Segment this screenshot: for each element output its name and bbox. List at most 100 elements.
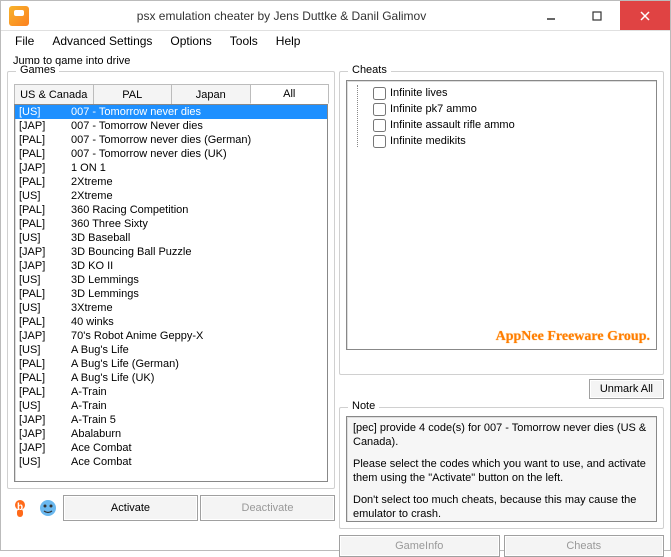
game-title: Ace Combat: [71, 441, 132, 455]
jump-to-game-label: Jump to game into drive: [1, 51, 670, 69]
cheat-checkbox[interactable]: [373, 87, 386, 100]
menu-file[interactable]: File: [7, 32, 42, 50]
cheat-item[interactable]: Infinite medikits: [351, 133, 652, 149]
game-title: A Bug's Life (German): [71, 357, 179, 371]
game-row[interactable]: [PAL]40 winks: [15, 315, 327, 329]
game-row[interactable]: [PAL]A Bug's Life (German): [15, 357, 327, 371]
maximize-button[interactable]: [574, 1, 620, 30]
game-title: 3D Bouncing Ball Puzzle: [71, 245, 191, 259]
cheat-checkbox[interactable]: [373, 135, 386, 148]
cheats-tree: Infinite lives Infinite pk7 ammo Infinite …: [346, 80, 657, 350]
game-region: [JAP]: [19, 245, 71, 259]
game-region: [PAL]: [19, 203, 71, 217]
cheat-label: Infinite medikits: [390, 135, 466, 147]
game-row[interactable]: [PAL]2Xtreme: [15, 175, 327, 189]
minimize-button[interactable]: [528, 1, 574, 30]
game-row[interactable]: [US]A-Train: [15, 399, 327, 413]
menu-tools[interactable]: Tools: [222, 32, 266, 50]
cheats-group: Cheats Infinite livesInfinite pk7 ammoIn…: [339, 71, 664, 375]
game-row[interactable]: [PAL]A-Train: [15, 385, 327, 399]
game-region: [US]: [19, 301, 71, 315]
game-title: 3D Baseball: [71, 231, 130, 245]
game-title: 40 winks: [71, 315, 114, 329]
game-title: 2Xtreme: [71, 175, 113, 189]
game-row[interactable]: [JAP]A-Train 5: [15, 413, 327, 427]
activate-button[interactable]: Activate: [63, 495, 198, 521]
game-row[interactable]: [JAP]3D KO II: [15, 259, 327, 273]
game-row[interactable]: [PAL]007 - Tomorrow never dies (German): [15, 133, 327, 147]
game-region: [PAL]: [19, 385, 71, 399]
tool-icon-1[interactable]: b: [7, 495, 33, 521]
menu-help[interactable]: Help: [268, 32, 309, 50]
game-title: A Bug's Life: [71, 343, 129, 357]
game-row[interactable]: [JAP]1 ON 1: [15, 161, 327, 175]
cheats-button[interactable]: Cheats: [504, 535, 665, 557]
game-title: 007 - Tomorrow never dies (German): [71, 133, 251, 147]
note-group: Note [pec] provide 4 code(s) for 007 - T…: [339, 407, 664, 529]
menu-advanced-settings[interactable]: Advanced Settings: [44, 32, 160, 50]
game-title: 007 - Tomorrow never dies: [71, 105, 201, 119]
game-title: 3D Lemmings: [71, 287, 139, 301]
tab-japan[interactable]: Japan: [171, 84, 251, 104]
tab-us-canada[interactable]: US & Canada: [14, 84, 94, 104]
game-title: 360 Racing Competition: [71, 203, 188, 217]
game-region: [US]: [19, 455, 71, 469]
gameinfo-button[interactable]: GameInfo: [339, 535, 500, 557]
game-region: [US]: [19, 189, 71, 203]
game-row[interactable]: [US]3D Baseball: [15, 231, 327, 245]
cheat-checkbox[interactable]: [373, 103, 386, 116]
game-row[interactable]: [PAL]3D Lemmings: [15, 287, 327, 301]
game-row[interactable]: [PAL]A Bug's Life (UK): [15, 371, 327, 385]
game-row[interactable]: [US]A Bug's Life: [15, 343, 327, 357]
game-title: A-Train: [71, 385, 107, 399]
menu-options[interactable]: Options: [162, 32, 219, 50]
games-legend: Games: [16, 64, 59, 76]
game-row[interactable]: [US]Ace Combat: [15, 455, 327, 469]
game-title: 1 ON 1: [71, 161, 106, 175]
game-region: [US]: [19, 399, 71, 413]
game-row[interactable]: [US]3Xtreme: [15, 301, 327, 315]
tool-icon-2[interactable]: [35, 495, 61, 521]
watermark: AppNee Freeware Group.: [496, 329, 650, 345]
game-title: 70's Robot Anime Geppy-X: [71, 329, 203, 343]
game-region: [PAL]: [19, 217, 71, 231]
game-region: [PAL]: [19, 287, 71, 301]
tab-all[interactable]: All: [250, 84, 330, 104]
game-row[interactable]: [PAL]360 Three Sixty: [15, 217, 327, 231]
games-list[interactable]: [US]007 - Tomorrow never dies[JAP]007 - …: [14, 104, 328, 482]
game-region: [PAL]: [19, 357, 71, 371]
game-row[interactable]: [US]2Xtreme: [15, 189, 327, 203]
cheat-item[interactable]: Infinite assault rifle ammo: [351, 117, 652, 133]
tab-pal[interactable]: PAL: [93, 84, 173, 104]
cheat-label: Infinite assault rifle ammo: [390, 119, 515, 131]
game-title: 3D Lemmings: [71, 273, 139, 287]
game-row[interactable]: [PAL]360 Racing Competition: [15, 203, 327, 217]
cheat-label: Infinite pk7 ammo: [390, 103, 477, 115]
game-row[interactable]: [US]3D Lemmings: [15, 273, 327, 287]
games-group: Games US & Canada PAL Japan All [US]007 …: [7, 71, 335, 489]
game-title: 007 - Tomorrow never dies (UK): [71, 147, 227, 161]
cheat-item[interactable]: Infinite lives: [351, 85, 652, 101]
game-title: 007 - Tomorrow Never dies: [71, 119, 203, 133]
game-row[interactable]: [JAP]3D Bouncing Ball Puzzle: [15, 245, 327, 259]
game-row[interactable]: [PAL]007 - Tomorrow never dies (UK): [15, 147, 327, 161]
unmark-all-button[interactable]: Unmark All: [589, 379, 664, 399]
cheat-checkbox[interactable]: [373, 119, 386, 132]
game-row[interactable]: [JAP]Ace Combat: [15, 441, 327, 455]
game-title: Abalaburn: [71, 427, 121, 441]
game-region: [PAL]: [19, 371, 71, 385]
game-row[interactable]: [JAP]Abalaburn: [15, 427, 327, 441]
game-row[interactable]: [JAP]70's Robot Anime Geppy-X: [15, 329, 327, 343]
game-region: [JAP]: [19, 329, 71, 343]
game-title: 3D KO II: [71, 259, 113, 273]
game-region: [PAL]: [19, 147, 71, 161]
game-title: 2Xtreme: [71, 189, 113, 203]
game-region: [PAL]: [19, 175, 71, 189]
cheat-item[interactable]: Infinite pk7 ammo: [351, 101, 652, 117]
window-buttons: [528, 1, 670, 30]
close-button[interactable]: [620, 1, 670, 30]
deactivate-button[interactable]: Deactivate: [200, 495, 335, 521]
game-row[interactable]: [JAP]007 - Tomorrow Never dies: [15, 119, 327, 133]
game-title: A-Train: [71, 399, 107, 413]
game-row[interactable]: [US]007 - Tomorrow never dies: [15, 105, 327, 119]
